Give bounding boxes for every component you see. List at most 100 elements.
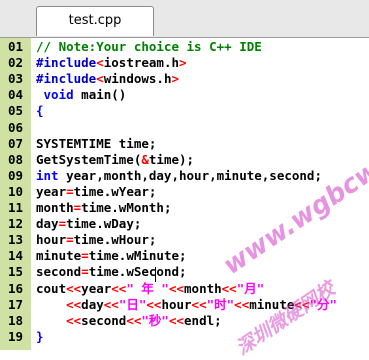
line-code: cout<<year<<" 年 "<<month<<"月" bbox=[36, 281, 264, 297]
code-token: { bbox=[36, 103, 44, 119]
code-token: = bbox=[81, 264, 89, 280]
line-code: SYSTEMTIME time; bbox=[36, 136, 156, 152]
line-code: } bbox=[36, 329, 44, 345]
line-code: minute=time.wMinute; bbox=[36, 248, 187, 264]
line-number: 14 bbox=[8, 248, 24, 264]
tab-label: test.cpp bbox=[68, 13, 122, 28]
line-code: #include<iostream.h> bbox=[36, 55, 187, 71]
line-number: 01 bbox=[8, 39, 24, 54]
code-line[interactable]: 02 #include<iostream.h> bbox=[0, 55, 369, 71]
line-number: 02 bbox=[8, 55, 24, 71]
code-line[interactable]: 01 // Note:Your choice is C++ IDE bbox=[0, 39, 369, 55]
line-code: GetSystemTime(&time); bbox=[36, 152, 194, 168]
text-cursor bbox=[155, 267, 156, 282]
line-code: // Note:Your choice is C++ IDE bbox=[36, 39, 262, 55]
line-code: <<second<<"秒"<<endl; bbox=[36, 313, 222, 329]
code-token: "秒" bbox=[141, 312, 169, 328]
code-line[interactable]: 06 bbox=[0, 120, 369, 136]
tab-bar: test.cpp bbox=[0, 0, 369, 38]
code-token: & bbox=[141, 151, 149, 167]
code-token: // Note:Your choice is C++ IDE bbox=[36, 39, 262, 54]
code-line[interactable]: 05 { bbox=[0, 103, 369, 119]
code-token: = bbox=[58, 216, 67, 232]
code-token: << bbox=[146, 296, 162, 312]
code-token: << bbox=[103, 296, 119, 312]
code-token: time.wHour; bbox=[73, 232, 157, 248]
line-number: 12 bbox=[8, 216, 24, 232]
code-token: iostream.h bbox=[103, 55, 180, 71]
code-token: " 年 " bbox=[126, 280, 169, 296]
code-token: hour bbox=[161, 296, 192, 312]
code-token: "日" bbox=[118, 296, 147, 312]
line-code: day=time.wDay; bbox=[36, 216, 141, 232]
code-token: void bbox=[36, 87, 74, 103]
code-token: time.wYear; bbox=[73, 183, 157, 199]
line-number: 03 bbox=[8, 71, 24, 87]
code-token: << bbox=[111, 280, 127, 296]
code-line[interactable]: 15 second=time.wSecond; bbox=[0, 264, 369, 280]
code-token: SYSTEMTIME time; bbox=[36, 135, 157, 151]
code-line[interactable]: 04 void main() bbox=[0, 87, 369, 103]
code-token: day bbox=[36, 216, 59, 232]
line-number: 04 bbox=[8, 87, 24, 103]
code-token: << bbox=[168, 312, 185, 328]
code-token: time.wDay; bbox=[66, 216, 142, 232]
code-token: year bbox=[81, 280, 112, 296]
code-token: > bbox=[171, 71, 180, 87]
code-token: GetSystemTime( bbox=[36, 151, 142, 167]
code-token: << bbox=[221, 280, 237, 296]
line-number: 07 bbox=[8, 135, 24, 151]
code-token: time.wSecond; bbox=[88, 264, 187, 280]
code-token: time.wMonth; bbox=[81, 200, 172, 215]
line-number: 08 bbox=[8, 151, 24, 167]
line-number: 05 bbox=[8, 103, 24, 119]
line-code: year=time.wYear; bbox=[36, 184, 156, 200]
code-line[interactable]: 18 <<second<<"秒"<<endl; bbox=[0, 313, 369, 329]
code-token: << bbox=[66, 280, 82, 296]
code-token: year bbox=[36, 183, 67, 199]
code-token: << bbox=[66, 312, 82, 328]
code-token: << bbox=[66, 296, 82, 312]
code-token: month bbox=[36, 200, 74, 215]
tab-test-cpp[interactable]: test.cpp bbox=[36, 6, 154, 36]
line-number: 15 bbox=[8, 264, 24, 280]
code-token: second bbox=[81, 312, 127, 328]
code-token: time.wMinute; bbox=[88, 248, 187, 264]
code-token: endl; bbox=[184, 312, 222, 328]
line-code: second=time.wSecond; bbox=[36, 264, 187, 280]
line-code: hour=time.wHour; bbox=[36, 232, 156, 248]
code-token: cout bbox=[36, 280, 67, 296]
code-token: << bbox=[191, 296, 207, 312]
code-token: << bbox=[126, 312, 142, 328]
line-number: 18 bbox=[8, 312, 24, 328]
code-line[interactable]: 03 #include<windows.h> bbox=[0, 71, 369, 87]
code-line[interactable]: 14 minute=time.wMinute; bbox=[0, 248, 369, 264]
code-token: } bbox=[36, 328, 44, 344]
code-line[interactable]: 13 hour=time.wHour; bbox=[0, 232, 369, 248]
line-number: 16 bbox=[8, 280, 24, 296]
line-number: 06 bbox=[8, 119, 24, 135]
line-code: month=time.wMonth; bbox=[36, 200, 171, 216]
code-token: day bbox=[81, 296, 104, 312]
line-number: 10 bbox=[8, 183, 24, 199]
code-token: = bbox=[66, 183, 74, 199]
code-token: > bbox=[179, 55, 187, 71]
line-number: 13 bbox=[8, 232, 24, 248]
line-code: void main() bbox=[36, 87, 127, 103]
code-line[interactable]: 09 int year,month,day,hour,minute,second; bbox=[0, 168, 369, 184]
code-line[interactable]: 08 GetSystemTime(&time); bbox=[0, 152, 369, 168]
code-token: = bbox=[66, 232, 74, 248]
code-token: hour bbox=[36, 232, 67, 248]
code-token: #include bbox=[36, 71, 97, 87]
line-number: 09 bbox=[8, 167, 24, 183]
code-token: < bbox=[96, 71, 104, 87]
line-code: int year,month,day,hour,minute,second; bbox=[36, 168, 322, 184]
code-token: "月" bbox=[236, 280, 265, 296]
code-token: int bbox=[36, 167, 59, 183]
code-line[interactable]: 19} bbox=[0, 329, 369, 345]
line-code: #include<windows.h> bbox=[36, 71, 179, 87]
code-token: "时" bbox=[206, 296, 235, 312]
code-line[interactable]: 07 SYSTEMTIME time; bbox=[0, 136, 369, 152]
